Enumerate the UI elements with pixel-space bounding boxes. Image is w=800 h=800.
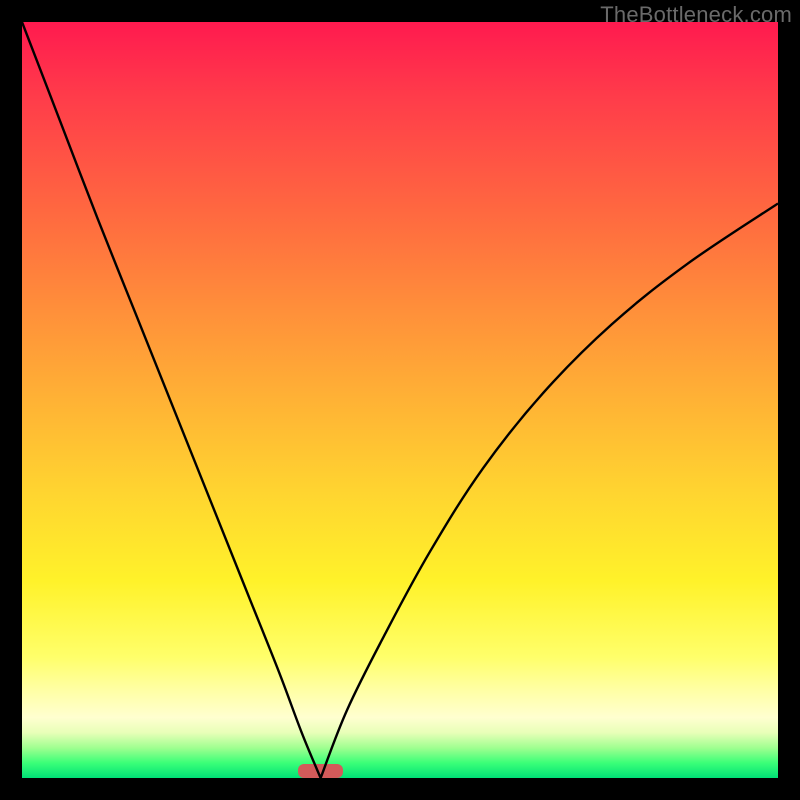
plot-area bbox=[22, 22, 778, 778]
chart-frame bbox=[22, 22, 778, 778]
watermark-text: TheBottleneck.com bbox=[600, 2, 792, 28]
right-curve-path bbox=[321, 203, 778, 778]
chart-curves bbox=[22, 22, 778, 778]
left-curve-path bbox=[22, 22, 321, 778]
